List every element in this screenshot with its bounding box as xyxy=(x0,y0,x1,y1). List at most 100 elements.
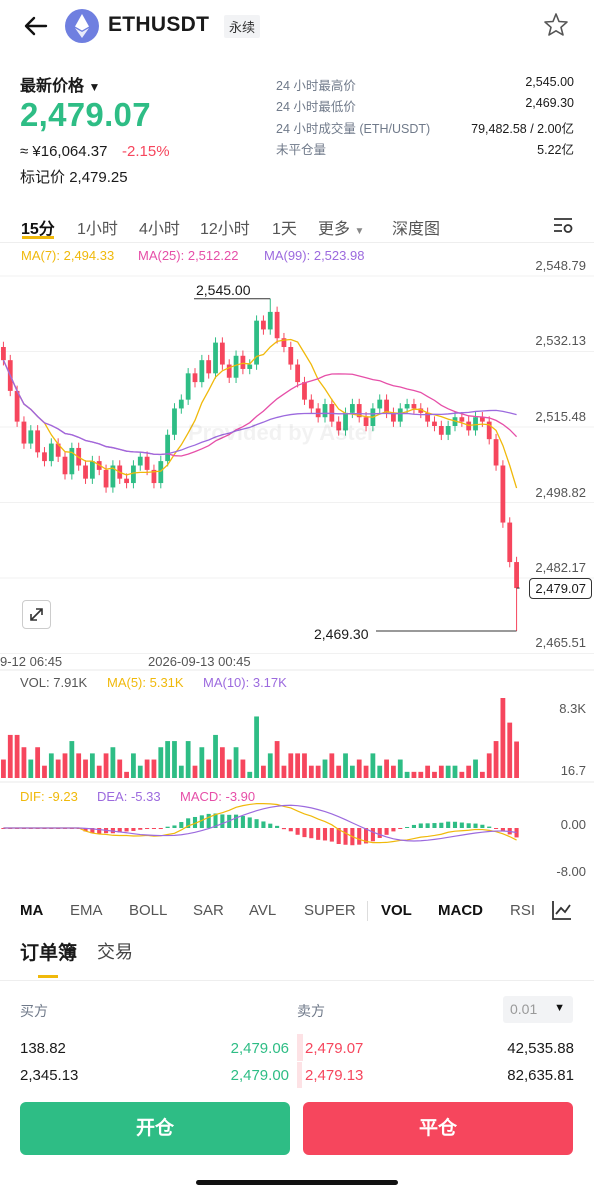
stat-label-low: 24 小时最低价 xyxy=(276,100,356,114)
tab-more[interactable]: 更多 ▼ xyxy=(318,215,364,239)
stat-label-volume: 24 小时成交量 (ETH/USDT) xyxy=(276,122,431,136)
symbol-title[interactable]: ETHUSDT xyxy=(108,13,209,37)
fullscreen-button[interactable] xyxy=(22,600,51,629)
y-tick: 2,482.17 xyxy=(535,560,586,575)
macd-bar xyxy=(494,828,499,829)
tab-1d[interactable]: 1天 xyxy=(272,215,297,239)
candle-body xyxy=(288,347,294,365)
volume-bar xyxy=(411,771,417,778)
current-price-box: 2,479.07 xyxy=(529,578,592,599)
bid-qty[interactable]: 138.82 xyxy=(20,1040,66,1057)
volume-bar xyxy=(349,765,355,778)
volume-bar xyxy=(247,771,253,778)
chart-settings-button[interactable] xyxy=(552,214,574,241)
macd-bar xyxy=(302,828,307,838)
macd-bar xyxy=(316,828,321,840)
home-indicator xyxy=(196,1180,398,1185)
macd-bar xyxy=(370,828,375,842)
tab-trades[interactable]: 交易 xyxy=(97,938,133,964)
volume-bar xyxy=(199,747,205,778)
candle-body xyxy=(21,421,27,444)
tab-orderbook[interactable]: 订单簿 xyxy=(20,938,77,965)
indicator-settings-button[interactable] xyxy=(550,898,576,922)
caret-down-icon: ▼ xyxy=(554,1002,565,1014)
candle-body xyxy=(199,360,205,383)
volume-bar xyxy=(336,765,342,778)
macd-bar xyxy=(261,821,266,828)
favorite-button[interactable] xyxy=(542,11,570,39)
volume-bar xyxy=(21,747,27,778)
y-tick: 2,465.51 xyxy=(535,635,586,650)
contract-type-badge: 永续 xyxy=(224,15,261,38)
latest-price-selector[interactable]: 最新价格 ▼ xyxy=(20,72,100,96)
bid-price[interactable]: 2,479.06 xyxy=(231,1040,289,1057)
y-tick: 2,548.79 xyxy=(535,258,586,273)
dea-legend: DEA: -5.33 xyxy=(97,789,161,804)
ask-price[interactable]: 2,479.07 xyxy=(305,1040,363,1057)
macd-bar xyxy=(172,825,177,828)
back-button[interactable] xyxy=(22,12,54,42)
tab-12h[interactable]: 12小时 xyxy=(200,215,250,239)
ask-qty[interactable]: 42,535.88 xyxy=(507,1040,574,1057)
volume-bar xyxy=(213,734,218,778)
precision-select[interactable]: 0.01 ▼ xyxy=(503,996,573,1023)
ma25-legend: MA(25): 2,512.22 xyxy=(138,248,239,263)
indicator-sar[interactable]: SAR xyxy=(193,902,224,919)
macd-bar xyxy=(206,813,211,828)
tab-1h[interactable]: 1小时 xyxy=(77,215,118,239)
macd-bar xyxy=(234,814,239,828)
indicator-super[interactable]: SUPER xyxy=(304,902,356,919)
close-position-button[interactable]: 平仓 xyxy=(303,1102,573,1155)
buy-side-label: 买方 xyxy=(20,1003,48,1019)
change-percent: -2.15% xyxy=(122,143,170,160)
candle-body xyxy=(397,408,403,422)
volume-bar xyxy=(233,747,239,778)
price-chart[interactable] xyxy=(0,268,594,888)
volume-bar xyxy=(137,765,143,778)
indicator-rsi[interactable]: RSI xyxy=(510,902,535,919)
volume-bar xyxy=(295,753,301,778)
volume-bar xyxy=(172,741,177,778)
indicator-boll[interactable]: BOLL xyxy=(129,902,167,919)
open-position-button[interactable]: 开仓 xyxy=(20,1102,290,1155)
macd-bar xyxy=(220,814,225,828)
macd-bar xyxy=(459,822,464,828)
candle-body xyxy=(267,311,273,330)
orderbook-tab-indicator xyxy=(38,975,58,978)
bid-price[interactable]: 2,479.00 xyxy=(231,1067,289,1084)
macd-bar xyxy=(247,817,252,828)
indicator-avl[interactable]: AVL xyxy=(249,902,276,919)
indicator-ma[interactable]: MA xyxy=(20,902,43,919)
candle-body xyxy=(35,430,41,453)
indicator-ema[interactable]: EMA xyxy=(70,902,103,919)
ask-depth-bar xyxy=(297,1034,303,1061)
dif-legend: DIF: -9.23 xyxy=(20,789,78,804)
tab-depth[interactable]: 深度图 xyxy=(392,215,440,239)
macd-bar xyxy=(384,828,389,835)
x-label: 2026-09-13 00:45 xyxy=(148,654,251,669)
indicator-vol[interactable]: VOL xyxy=(381,902,412,919)
divider xyxy=(0,980,594,981)
indicator-macd[interactable]: MACD xyxy=(438,902,483,919)
active-tab-indicator xyxy=(22,236,54,239)
volume-bar xyxy=(117,759,123,778)
volume-bar xyxy=(89,753,95,778)
vol-y-tick: 16.7 xyxy=(560,763,586,778)
candle-body xyxy=(48,443,54,462)
tab-4h[interactable]: 4小时 xyxy=(139,215,180,239)
ask-price[interactable]: 2,479.13 xyxy=(305,1067,363,1084)
bid-qty[interactable]: 2,345.13 xyxy=(20,1067,78,1084)
arrow-left-icon xyxy=(24,16,48,36)
candle-body xyxy=(247,364,253,369)
y-tick: 2,532.13 xyxy=(535,333,586,348)
candle-body xyxy=(507,522,513,563)
candle-body xyxy=(308,399,314,409)
volume-bar xyxy=(151,759,157,778)
ask-qty[interactable]: 82,635.81 xyxy=(507,1067,574,1084)
volume-bar xyxy=(55,759,61,778)
candle-body xyxy=(500,465,506,523)
candle-body xyxy=(445,426,451,435)
chart-settings-icon xyxy=(554,218,573,233)
volume-bar xyxy=(514,741,519,778)
macd-bar xyxy=(487,826,492,828)
